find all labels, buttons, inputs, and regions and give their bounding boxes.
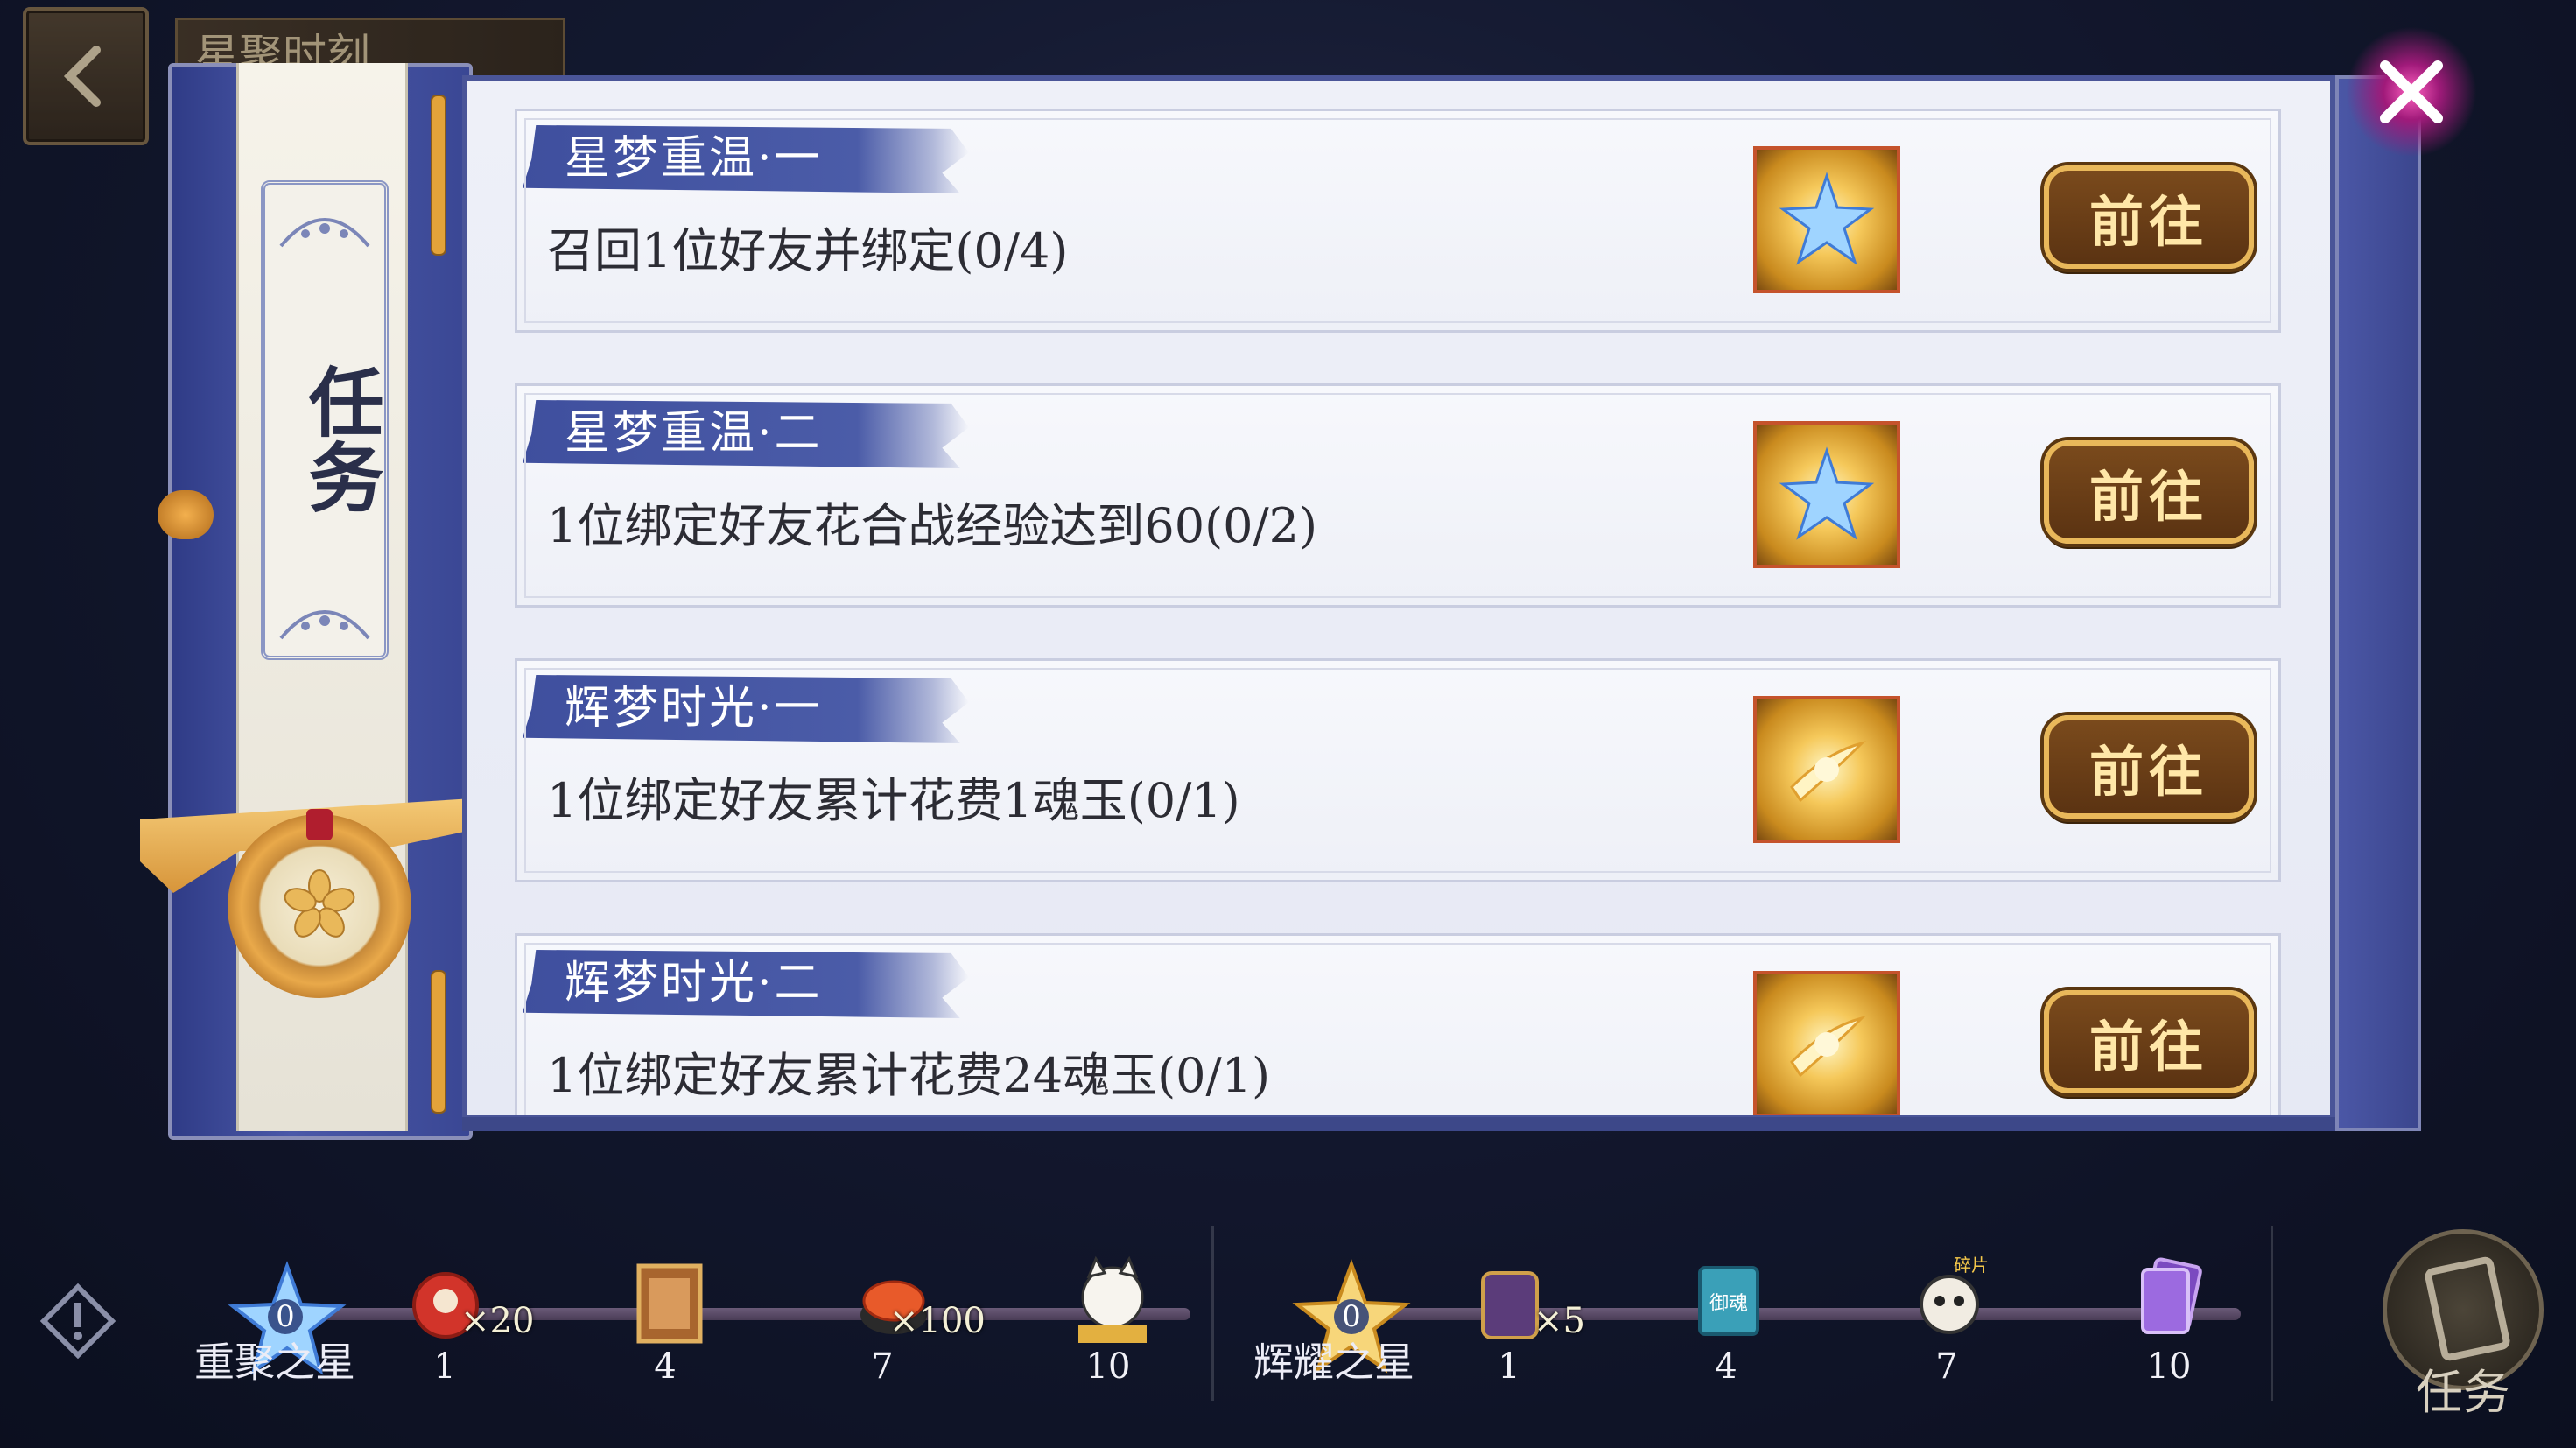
milestone-number: 1: [433, 1346, 456, 1387]
go-button[interactable]: 前往: [2044, 715, 2254, 819]
svg-text:御魂: 御魂: [1709, 1293, 1748, 1315]
reward-slot[interactable]: [1753, 421, 1900, 568]
task-title: 辉梦时光·一: [565, 682, 823, 735]
fan-ornament-icon: [279, 610, 370, 640]
reunion-label: 重聚之星: [194, 1339, 355, 1386]
scroll-rod: [431, 95, 446, 256]
task-title: 辉梦时光·二: [565, 957, 823, 1009]
task-row: 辉梦时光·二 1位绑定好友累计花费24魂玉(0/1) 前往: [515, 933, 2281, 1115]
rail-divider: [2271, 1226, 2273, 1401]
red-bead: [306, 809, 333, 840]
task-description: 召回1位好友并绑定(0/4): [547, 223, 1069, 278]
task-description: 1位绑定好友累计花费1魂玉(0/1): [547, 773, 1240, 828]
glory-label: 辉耀之星: [1253, 1339, 1414, 1386]
reward-slot[interactable]: [1753, 146, 1900, 293]
task-description: 1位绑定好友累计花费24魂玉(0/1): [547, 1048, 1271, 1103]
gold-star-icon: [1790, 741, 1866, 803]
milestone-number: 7: [1935, 1346, 1958, 1387]
fan-ornament-icon: [279, 218, 370, 248]
lucky-cat-icon: [1078, 1255, 1147, 1343]
scroll-rod: [431, 970, 446, 1114]
milestone-number: 10: [1085, 1346, 1131, 1387]
task-title: 星梦重温·二: [565, 407, 823, 460]
gold-star-icon: [1790, 1016, 1866, 1078]
rail-divider: [1211, 1226, 1214, 1401]
milestone-number: 1: [1498, 1346, 1520, 1387]
info-button[interactable]: [39, 1283, 116, 1360]
sakura-icon: [284, 869, 355, 938]
panel-side-strip: [2335, 75, 2421, 1131]
task-description: 1位绑定好友花合战经验达到60(0/2): [547, 498, 1318, 553]
milestone-reward[interactable]: [621, 1255, 718, 1352]
milestone-reward[interactable]: [2123, 1250, 2220, 1346]
go-button[interactable]: 前往: [2044, 440, 2254, 544]
milestone-number: 7: [871, 1346, 894, 1387]
blue-star-icon: [1779, 172, 1875, 265]
soul-book-icon: 御魂: [1698, 1266, 1759, 1336]
reward-quantity: ×100: [889, 1301, 986, 1341]
blue-star-icon: [1779, 446, 1875, 540]
milestone-reward[interactable]: 御魂: [1681, 1250, 1777, 1346]
task-round-label: 任务: [2416, 1365, 2510, 1420]
go-button[interactable]: 前往: [2044, 990, 2254, 1093]
svg-text:碎片: 碎片: [1954, 1255, 1989, 1276]
close-button[interactable]: [2346, 26, 2477, 158]
task-panel: 星梦重温·一 召回1位好友并绑定(0/4) 前往 星梦重温·二 1位绑定好友花合…: [462, 75, 2335, 1121]
go-button[interactable]: 前往: [2044, 165, 2254, 269]
milestone-number: 4: [1715, 1346, 1737, 1387]
milestone-number: 4: [654, 1346, 677, 1387]
warning-icon: [39, 1283, 116, 1360]
reunion-count: 0: [268, 1299, 303, 1334]
task-row: 星梦重温·二 1位绑定好友花合战经验达到60(0/2) 前往: [515, 383, 2281, 608]
panel-bottom-edge: [462, 1117, 2335, 1131]
card-frame-icon: [636, 1263, 703, 1344]
milestone-number: 10: [2146, 1346, 2192, 1387]
milestone-reward[interactable]: 碎片: [1901, 1254, 1997, 1350]
reward-quantity: ×5: [1534, 1301, 1585, 1341]
reward-quantity: ×20: [460, 1301, 535, 1341]
sp-fragment-icon: 碎片: [1920, 1255, 1989, 1334]
milestone-reward[interactable]: [1064, 1254, 1161, 1350]
scroll-knob: [158, 490, 214, 539]
reward-slot[interactable]: [1753, 971, 1900, 1115]
close-icon: [2380, 60, 2443, 123]
sakura-medal: [228, 814, 411, 998]
tab-tasks[interactable]: 任务: [261, 180, 389, 660]
glory-count: 0: [1334, 1299, 1369, 1334]
task-title: 星梦重温·一: [565, 132, 823, 185]
task-row: 星梦重温·一 召回1位好友并绑定(0/4) 前往: [515, 109, 2281, 333]
task-row: 辉梦时光·一 1位绑定好友累计花费1魂玉(0/1) 前往: [515, 658, 2281, 882]
purple-cards-icon: [2141, 1257, 2202, 1334]
reward-slot[interactable]: [1753, 696, 1900, 843]
tab-label: 任务: [295, 363, 383, 514]
